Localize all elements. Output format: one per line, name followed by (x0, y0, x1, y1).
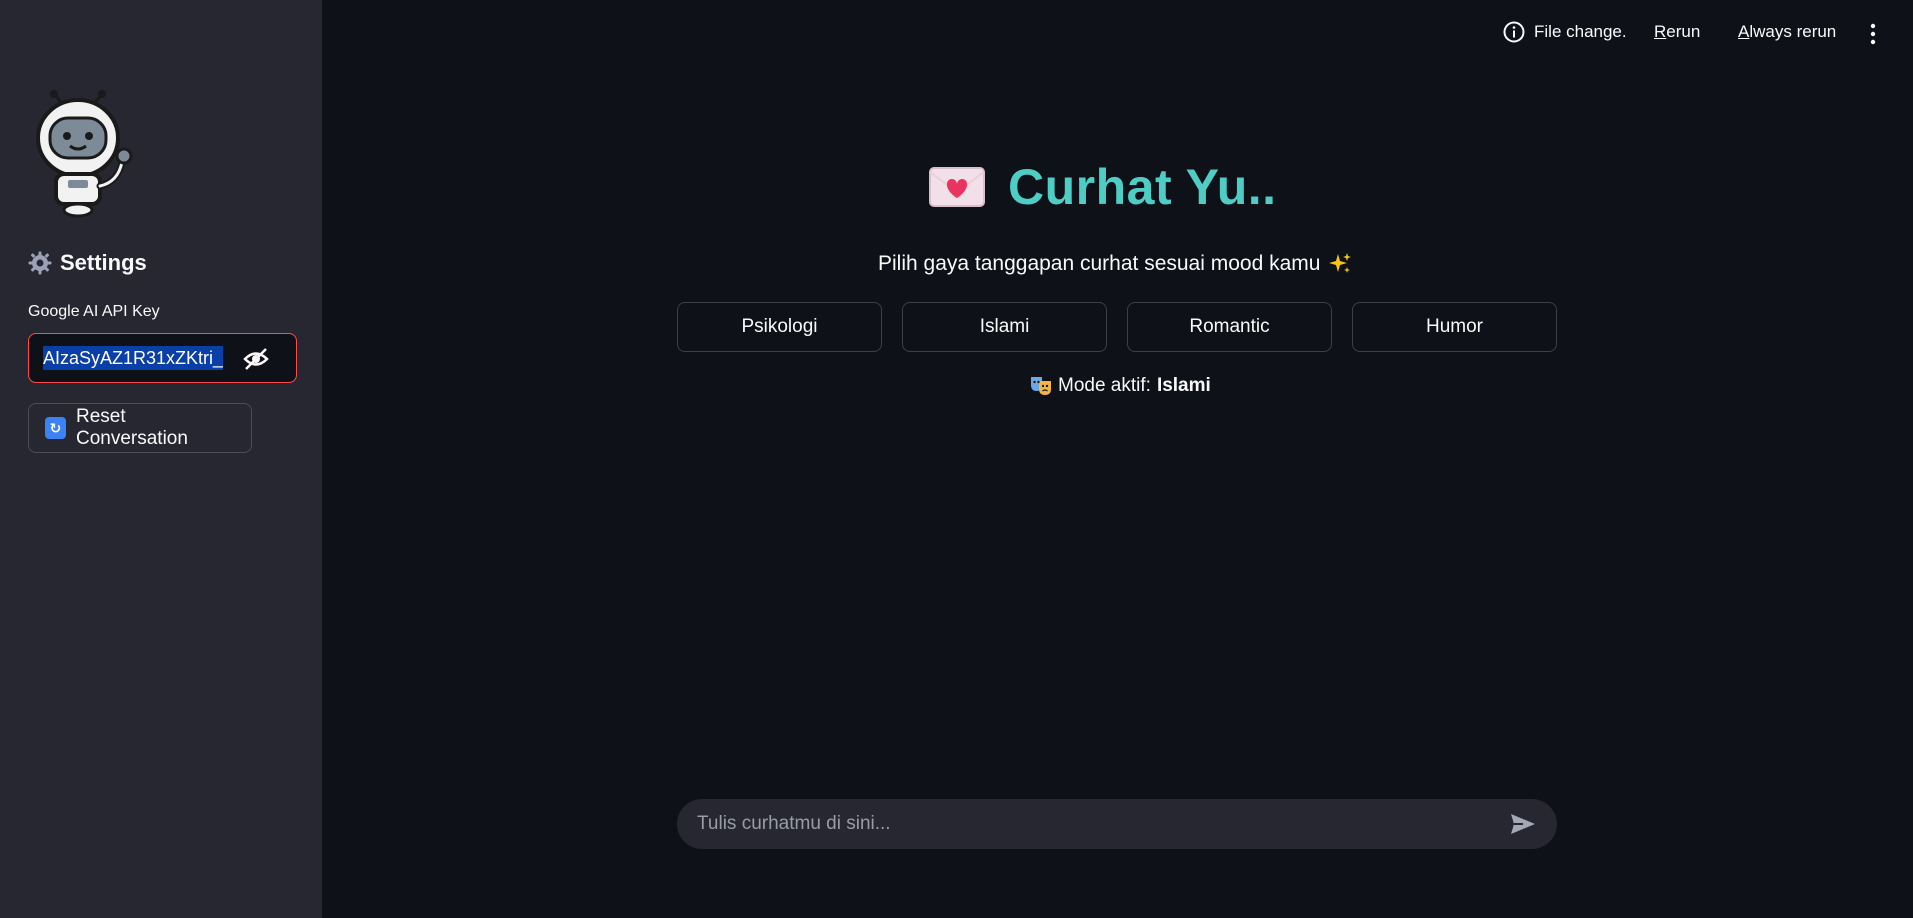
love-letter-icon (929, 167, 985, 207)
active-mode-indicator: Mode aktif: Islami (1030, 375, 1211, 397)
active-mode-label: Mode aktif: (1058, 375, 1151, 396)
more-vertical-icon[interactable] (1862, 22, 1884, 46)
api-key-value[interactable]: AIzaSyAZ1R31xZKtri_7 (43, 346, 223, 370)
mode-button-romantic[interactable]: Romantic (1127, 302, 1332, 352)
mode-button-islami[interactable]: Islami (902, 302, 1107, 352)
chat-input[interactable] (697, 813, 1509, 835)
gear-icon (28, 251, 52, 275)
sparkles-icon (1329, 253, 1352, 273)
mode-button-humor[interactable]: Humor (1352, 302, 1557, 352)
active-mode-value: Islami (1156, 375, 1211, 396)
api-key-input[interactable]: AIzaSyAZ1R31xZKtri_7 (28, 333, 297, 383)
mode-buttons: Psikologi Islami Romantic Humor (677, 302, 1557, 352)
robot-icon (36, 90, 133, 218)
mode-button-psikologi[interactable]: Psikologi (677, 302, 882, 352)
subtitle-text: Pilih gaya tanggapan curhat sesuai mood … (878, 252, 1321, 275)
settings-heading-label: Settings (60, 250, 147, 275)
always-rerun-button[interactable]: Always rerun (1738, 22, 1836, 42)
app-root: Settings Google AI API Key AIzaSyAZ1R31x… (0, 0, 1913, 918)
page-title: Curhat Yu.. (1008, 159, 1277, 215)
reset-conversation-label: Reset Conversation (75, 406, 188, 449)
settings-heading: Settings (28, 250, 147, 276)
chat-input-bar (677, 799, 1557, 849)
page-title-row: Curhat Yu.. (928, 158, 1277, 216)
performing-arts-icon (1031, 377, 1051, 395)
sidebar: Settings Google AI API Key AIzaSyAZ1R31x… (0, 0, 322, 918)
file-change-status: File change. (1502, 20, 1627, 44)
info-icon (1503, 21, 1525, 43)
refresh-icon: ↻ (45, 417, 66, 439)
status-text: File change. (1534, 22, 1627, 41)
send-icon[interactable] (1509, 811, 1537, 837)
subtitle: Pilih gaya tanggapan curhat sesuai mood … (878, 252, 1352, 276)
rerun-button[interactable]: Rerun (1654, 22, 1700, 42)
reset-conversation-button[interactable]: ↻ Reset Conversation (28, 403, 252, 453)
eye-off-icon[interactable] (242, 346, 270, 372)
api-key-label: Google AI API Key (28, 303, 160, 320)
